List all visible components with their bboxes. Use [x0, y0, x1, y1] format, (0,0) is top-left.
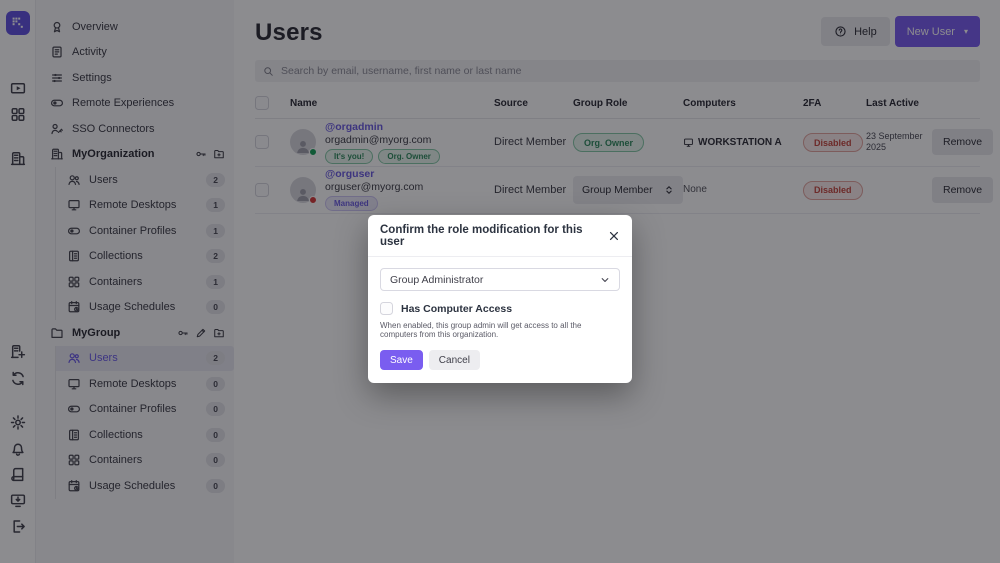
- modal-title: Confirm the role modification for this u…: [380, 224, 608, 248]
- save-button[interactable]: Save: [380, 350, 423, 370]
- role-confirmation-modal: Confirm the role modification for this u…: [368, 215, 632, 383]
- helper-text: When enabled, this group admin will get …: [380, 321, 620, 339]
- close-icon[interactable]: [608, 230, 620, 242]
- chevron-down-icon: [600, 275, 610, 285]
- computer-access-checkbox[interactable]: [380, 302, 393, 315]
- cancel-button[interactable]: Cancel: [429, 350, 480, 370]
- checkbox-label: Has Computer Access: [401, 303, 512, 315]
- role-select[interactable]: Group Administrator: [380, 268, 620, 291]
